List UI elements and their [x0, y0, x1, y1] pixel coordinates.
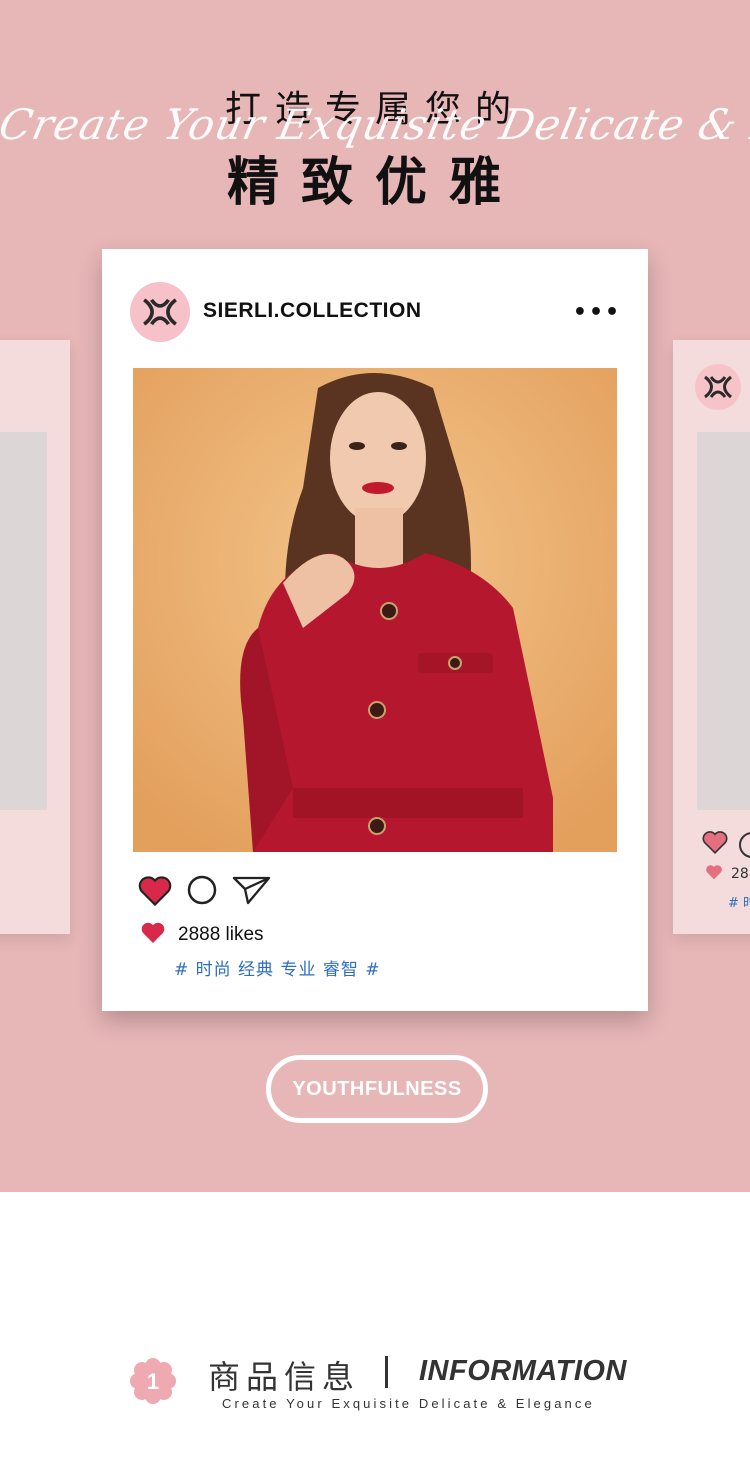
headline-bottom: 精致优雅 — [226, 153, 523, 213]
comment-icon[interactable] — [186, 874, 218, 906]
more-icon[interactable]: ••• — [572, 299, 622, 325]
likes-row: 2888 likes — [140, 921, 264, 948]
avatar[interactable] — [130, 282, 190, 342]
hashtags[interactable]: # 时尚 经典 专业 睿智 # — [174, 955, 381, 980]
side-card-image-placeholder — [697, 432, 750, 810]
post-actions — [138, 874, 286, 906]
youthfulness-badge[interactable]: YOUTHFULNESS — [266, 1055, 488, 1123]
heart-icon[interactable] — [138, 875, 172, 906]
section-title-cn: 商品信息 — [208, 1358, 361, 1396]
logo-icon — [695, 364, 741, 410]
side-card-right[interactable]: 288 # 时 — [673, 340, 750, 934]
side-card-left[interactable] — [0, 340, 70, 934]
likes-count: 288 — [731, 866, 750, 882]
heart-icon[interactable] — [702, 830, 728, 858]
share-icon[interactable] — [232, 874, 272, 906]
section-number: 1 — [147, 1369, 159, 1394]
likes-count[interactable]: 2888 likes — [178, 924, 264, 946]
flower-icon: 1 — [128, 1356, 178, 1410]
title-divider — [385, 1356, 388, 1388]
section-title-en: INFORMATION — [419, 1355, 627, 1387]
heart-icon — [705, 864, 723, 884]
section-subtitle: Create Your Exquisite Delicate & Eleganc… — [222, 1396, 595, 1411]
post-photo — [133, 368, 617, 852]
hashtags[interactable]: # 时 — [728, 892, 750, 911]
account-name[interactable]: SIERLI.COLLECTION — [203, 299, 422, 323]
logo-icon — [143, 298, 177, 326]
side-card-image-placeholder — [0, 432, 47, 810]
heart-icon — [140, 921, 166, 948]
post-card: SIERLI.COLLECTION ••• 2888 likes # 时尚 经典… — [102, 249, 648, 1011]
comment-icon[interactable] — [739, 832, 750, 858]
